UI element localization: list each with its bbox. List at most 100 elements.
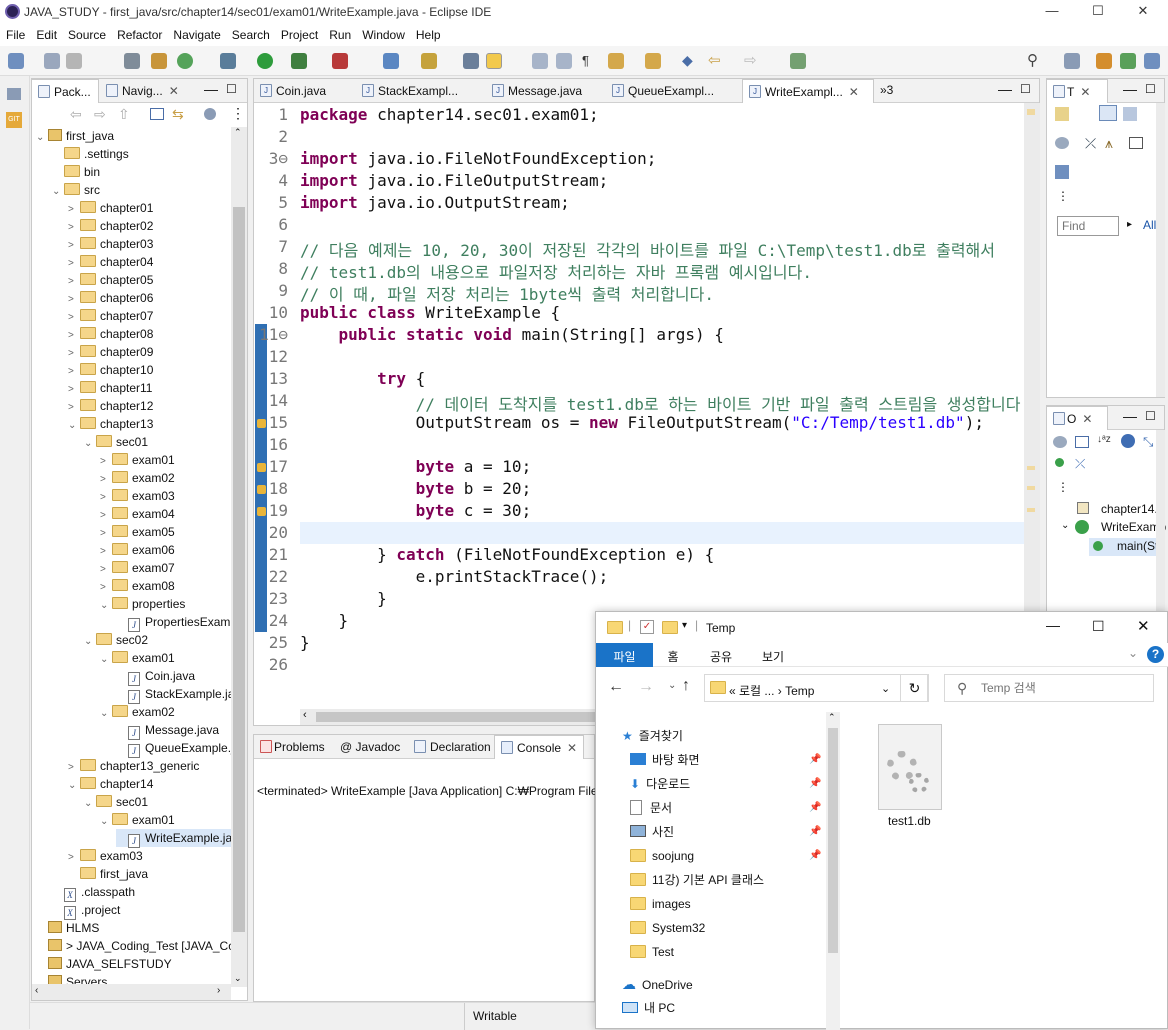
tab-navigator[interactable]: Navig... ✕ xyxy=(100,79,180,103)
external-tools-icon[interactable] xyxy=(332,53,348,69)
hide-local-types-icon[interactable]: ⤫ xyxy=(1075,456,1085,472)
minimize-view-icon[interactable]: — xyxy=(1123,408,1137,424)
outline-scrollbar[interactable] xyxy=(1156,430,1165,614)
close-icon[interactable]: ✕ xyxy=(567,741,577,755)
tree-item[interactable]: ⌄ exam02 xyxy=(100,703,175,721)
link-editor-icon[interactable]: ⇆ xyxy=(172,106,184,123)
tree-item[interactable]: ⌄ chapter13 xyxy=(68,415,153,433)
save-icon[interactable] xyxy=(44,53,60,69)
prev-annotation-icon[interactable] xyxy=(645,53,661,69)
quick-access-dropdown[interactable]: ▾ xyxy=(682,620,687,631)
hide-tasks-icon[interactable]: ⩚ xyxy=(1105,135,1113,152)
tree-item[interactable]: ⌄ sec01 xyxy=(84,793,148,811)
outline-sync-icon[interactable] xyxy=(1053,436,1067,448)
collapse-icon[interactable]: ⌄ xyxy=(84,633,96,651)
highlight-icon[interactable] xyxy=(486,53,502,69)
tree-item[interactable]: > chapter05 xyxy=(68,271,153,289)
tree-hscrollbar[interactable]: ‹ › xyxy=(32,984,231,1000)
collapse-all-icon[interactable] xyxy=(1129,137,1143,149)
expand-icon[interactable]: ⌄ xyxy=(1061,520,1069,531)
tree-item[interactable]: > exam05 xyxy=(100,523,175,541)
menu-navigate[interactable]: Navigate xyxy=(167,24,225,42)
tree-item[interactable]: ⌄ exam01 xyxy=(100,811,175,829)
close-button[interactable]: ✕ xyxy=(1137,617,1150,635)
scroll-thumb[interactable] xyxy=(233,207,245,932)
tree-item[interactable]: X .project xyxy=(52,901,120,920)
minimize-view-icon[interactable]: — xyxy=(1123,81,1137,97)
nav-scrollbar[interactable]: ⌃ xyxy=(826,712,840,1030)
refresh-icon[interactable] xyxy=(177,53,193,69)
tree-item[interactable]: J WriteExample.java xyxy=(116,829,232,848)
print-icon[interactable] xyxy=(124,53,140,69)
view-menu-icon[interactable]: ⋮ xyxy=(1057,189,1069,203)
address-path[interactable]: « 로컬 ... › Temp xyxy=(729,682,814,699)
help-icon[interactable]: ? xyxy=(1147,646,1164,663)
close-icon[interactable]: ✕ xyxy=(1080,85,1090,99)
tab-outline[interactable]: O ✕ xyxy=(1046,406,1108,430)
scroll-up-icon[interactable]: ⌃ xyxy=(828,712,836,723)
tree-item[interactable]: > chapter09 xyxy=(68,343,153,361)
view-menu-icon[interactable]: ⋮ xyxy=(231,105,245,122)
menu-refactor[interactable]: Refactor xyxy=(111,24,167,42)
nav-item[interactable]: 바탕 화면 xyxy=(630,748,700,772)
tree-item[interactable]: J Message.java xyxy=(116,721,219,740)
tree-item[interactable]: J StackExample.java xyxy=(116,685,232,704)
hide-static-icon[interactable]: ⤡ xyxy=(1143,434,1153,450)
show-whitespace-icon[interactable]: ¶ xyxy=(582,53,589,68)
maximize-view-icon[interactable]: ☐ xyxy=(226,82,237,96)
tree-item[interactable]: > chapter10 xyxy=(68,361,153,379)
word-wrap-icon[interactable] xyxy=(556,53,572,69)
warning-icon[interactable] xyxy=(257,485,266,494)
warning-marker[interactable] xyxy=(1027,466,1035,470)
ribbon-tab-view[interactable]: 보기 xyxy=(749,643,797,667)
hide-fields-icon[interactable] xyxy=(1121,434,1135,448)
up-icon[interactable]: ↑ xyxy=(682,677,690,695)
back-icon[interactable]: ← xyxy=(608,678,624,696)
activate-task-icon[interactable] xyxy=(1055,165,1069,179)
debug-icon[interactable] xyxy=(220,53,236,69)
tree-item[interactable]: > chapter02 xyxy=(68,217,153,235)
tab-console[interactable]: Console ✕ xyxy=(494,735,584,759)
collapse-icon[interactable]: ⌄ xyxy=(36,129,48,147)
tree-item[interactable]: > chapter06 xyxy=(68,289,153,307)
refresh-button[interactable]: ↻ xyxy=(900,674,929,702)
hide-completed-icon[interactable]: ⤫ xyxy=(1085,135,1096,152)
java-ee-perspective-icon[interactable] xyxy=(1096,53,1112,69)
warning-icon[interactable] xyxy=(257,463,266,472)
all-link[interactable]: All xyxy=(1143,218,1156,232)
run-icon[interactable] xyxy=(257,53,273,69)
nav-item[interactable]: ★ 즐겨찾기 xyxy=(622,724,683,748)
minimize-view-icon[interactable]: — xyxy=(204,81,218,97)
tree-item[interactable]: ⌄ exam01 xyxy=(100,649,175,667)
block-selection-icon[interactable] xyxy=(532,53,548,69)
ribbon-tab-share[interactable]: 공유 xyxy=(693,643,749,667)
collapse-icon[interactable]: ⌄ xyxy=(100,597,112,615)
pin-editor-icon[interactable] xyxy=(790,53,806,69)
tree-item[interactable]: .settings xyxy=(52,145,129,163)
search-icon[interactable]: ⚲ xyxy=(1027,51,1038,69)
tree-item[interactable]: HLMS xyxy=(36,919,99,937)
tab-write-example[interactable]: J WriteExampl... ✕ xyxy=(742,79,874,103)
search-input[interactable] xyxy=(979,678,1147,698)
close-icon[interactable]: ✕ xyxy=(849,85,859,99)
tree-item[interactable]: J PropertiesExample.j xyxy=(116,613,232,632)
minimize-view-icon[interactable]: — xyxy=(998,81,1012,97)
menu-file[interactable]: File xyxy=(0,24,30,42)
scroll-left-icon[interactable]: ‹ xyxy=(303,709,307,721)
focus-icon[interactable] xyxy=(1123,107,1137,121)
pin-icon[interactable]: 📌 xyxy=(809,802,821,813)
up-icon[interactable]: ⇧ xyxy=(118,106,130,123)
task-scrollbar[interactable] xyxy=(1156,103,1165,397)
collapse-icon[interactable]: ⌄ xyxy=(68,417,80,435)
close-icon[interactable]: ✕ xyxy=(1082,412,1092,426)
warning-marker[interactable] xyxy=(1027,486,1035,490)
tree-item[interactable]: > chapter11 xyxy=(68,379,152,397)
tree-item[interactable]: bin xyxy=(52,163,100,181)
address-bar[interactable]: « 로컬 ... › Temp ⌄ xyxy=(704,674,928,702)
nav-item[interactable]: ⬇ 다운로드 xyxy=(630,772,690,796)
nav-item[interactable]: System32 xyxy=(630,916,705,940)
new-java-project-icon[interactable] xyxy=(151,53,167,69)
menu-window[interactable]: Window xyxy=(356,24,410,42)
tab-declaration[interactable]: Declaration xyxy=(408,735,494,759)
maximize-button[interactable]: ☐ xyxy=(1092,618,1105,635)
